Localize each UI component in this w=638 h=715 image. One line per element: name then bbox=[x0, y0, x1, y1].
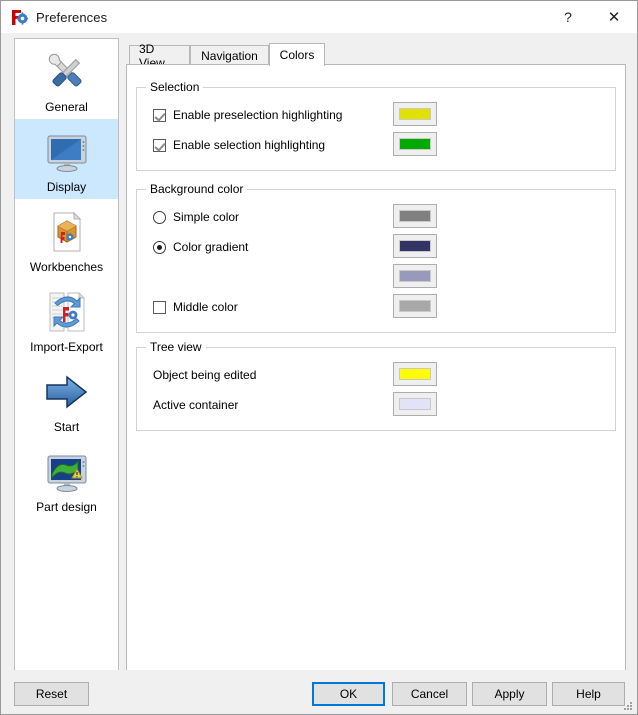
swatch-active-container[interactable] bbox=[393, 392, 437, 416]
reset-button[interactable]: Reset bbox=[14, 682, 89, 706]
tab-colors[interactable]: Colors bbox=[269, 43, 325, 66]
swatch-object-being-edited[interactable] bbox=[393, 362, 437, 386]
swatch-color-active-container bbox=[399, 398, 431, 410]
sidebar-item-label: Start bbox=[53, 420, 80, 434]
tab-3d-view[interactable]: 3D View bbox=[129, 42, 190, 70]
row-label: Enable selection highlighting bbox=[173, 138, 326, 152]
help-button[interactable]: ? bbox=[545, 2, 591, 33]
monitor-icon bbox=[43, 128, 91, 176]
cancel-button[interactable]: Cancel bbox=[392, 682, 467, 706]
preferences-category-list[interactable]: General Display Workbenches Import-Expor… bbox=[14, 38, 119, 679]
dialog-body: General Display Workbenches Import-Expor… bbox=[1, 33, 637, 679]
freecad-icon bbox=[11, 9, 29, 26]
selection-group: Selection Enable preselection highlighti… bbox=[136, 80, 616, 171]
checkbox-enable-preselection[interactable] bbox=[153, 108, 166, 122]
swatch-color-middle bbox=[399, 300, 431, 312]
swatch-gradient-top-color[interactable] bbox=[393, 234, 437, 258]
row-active-container: Active container bbox=[153, 394, 238, 416]
sidebar-item-label: Workbenches bbox=[29, 260, 104, 274]
help-button-footer[interactable]: Help bbox=[552, 682, 625, 706]
sidebar-item-import-export[interactable]: Import-Export bbox=[15, 279, 118, 359]
workbenches-icon bbox=[43, 208, 91, 256]
tab-navigation[interactable]: Navigation bbox=[190, 45, 269, 65]
row-label: Object being edited bbox=[153, 368, 257, 382]
window-title: Preferences bbox=[36, 9, 108, 25]
preferences-pane: 3D View Navigation Colors Selection Enab… bbox=[126, 38, 626, 679]
title-bar: Preferences ? ✕ bbox=[1, 1, 637, 33]
background-color-group-title: Background color bbox=[146, 182, 248, 196]
swatch-color-simple bbox=[399, 210, 431, 222]
radio-simple-color[interactable] bbox=[153, 210, 166, 224]
arrow-right-icon bbox=[43, 368, 91, 416]
preferences-dialog: Preferences ? ✕ General Display Workbenc… bbox=[0, 0, 638, 715]
row-label: Color gradient bbox=[173, 240, 249, 254]
swatch-color-gradient-bottom bbox=[399, 270, 431, 282]
import-export-icon bbox=[43, 288, 91, 336]
dialog-footer: Reset OK Cancel Apply Help bbox=[1, 670, 637, 714]
swatch-selection-color[interactable] bbox=[393, 132, 437, 156]
checkbox-enable-selection[interactable] bbox=[153, 138, 166, 152]
sidebar-item-workbenches[interactable]: Workbenches bbox=[15, 199, 118, 279]
swatch-color-object-edited bbox=[399, 368, 431, 380]
checkbox-middle-color[interactable] bbox=[153, 300, 166, 314]
swatch-middle-color[interactable] bbox=[393, 294, 437, 318]
part-design-icon bbox=[43, 448, 91, 496]
swatch-color-selection bbox=[399, 138, 431, 150]
row-label: Enable preselection highlighting bbox=[173, 108, 343, 122]
row-middle-color[interactable]: Middle color bbox=[153, 296, 238, 318]
selection-group-title: Selection bbox=[146, 80, 204, 94]
swatch-preselection-color[interactable] bbox=[393, 102, 437, 126]
swatch-simple-color[interactable] bbox=[393, 204, 437, 228]
row-enable-selection[interactable]: Enable selection highlighting bbox=[153, 134, 325, 156]
row-color-gradient[interactable]: Color gradient bbox=[153, 236, 248, 258]
sidebar-item-part-design[interactable]: Part design bbox=[15, 439, 118, 519]
tree-view-group-title: Tree view bbox=[146, 340, 206, 354]
radio-color-gradient[interactable] bbox=[153, 240, 166, 254]
swatch-color-preselection bbox=[399, 108, 431, 120]
sidebar-item-label: Import-Export bbox=[30, 340, 103, 354]
row-label: Simple color bbox=[173, 210, 240, 224]
apply-button[interactable]: Apply bbox=[472, 682, 547, 706]
tab-bar: 3D View Navigation Colors bbox=[126, 42, 626, 70]
row-label: Middle color bbox=[173, 300, 238, 314]
sidebar-item-display[interactable]: Display bbox=[15, 119, 118, 199]
swatch-color-gradient-top bbox=[399, 240, 431, 252]
row-object-being-edited: Object being edited bbox=[153, 364, 256, 386]
sidebar-item-label: Part design bbox=[36, 500, 97, 514]
resize-grip[interactable] bbox=[622, 700, 634, 712]
tree-view-group: Tree view Object being edited Active con… bbox=[136, 340, 616, 431]
sidebar-item-general[interactable]: General bbox=[15, 39, 118, 119]
ok-button[interactable]: OK bbox=[312, 682, 385, 706]
tools-icon bbox=[43, 48, 91, 96]
sidebar-item-label: General bbox=[45, 100, 88, 114]
row-label: Active container bbox=[153, 398, 239, 412]
sidebar-item-label: Display bbox=[46, 180, 87, 194]
row-enable-preselection[interactable]: Enable preselection highlighting bbox=[153, 104, 342, 126]
row-simple-color[interactable]: Simple color bbox=[153, 206, 239, 228]
background-color-group: Background color Simple color Color grad… bbox=[136, 182, 616, 333]
close-icon[interactable]: ✕ bbox=[591, 2, 637, 33]
sidebar-item-start[interactable]: Start bbox=[15, 359, 118, 439]
colors-tab-panel: Selection Enable preselection highlighti… bbox=[126, 64, 626, 672]
swatch-gradient-bottom-color[interactable] bbox=[393, 264, 437, 288]
